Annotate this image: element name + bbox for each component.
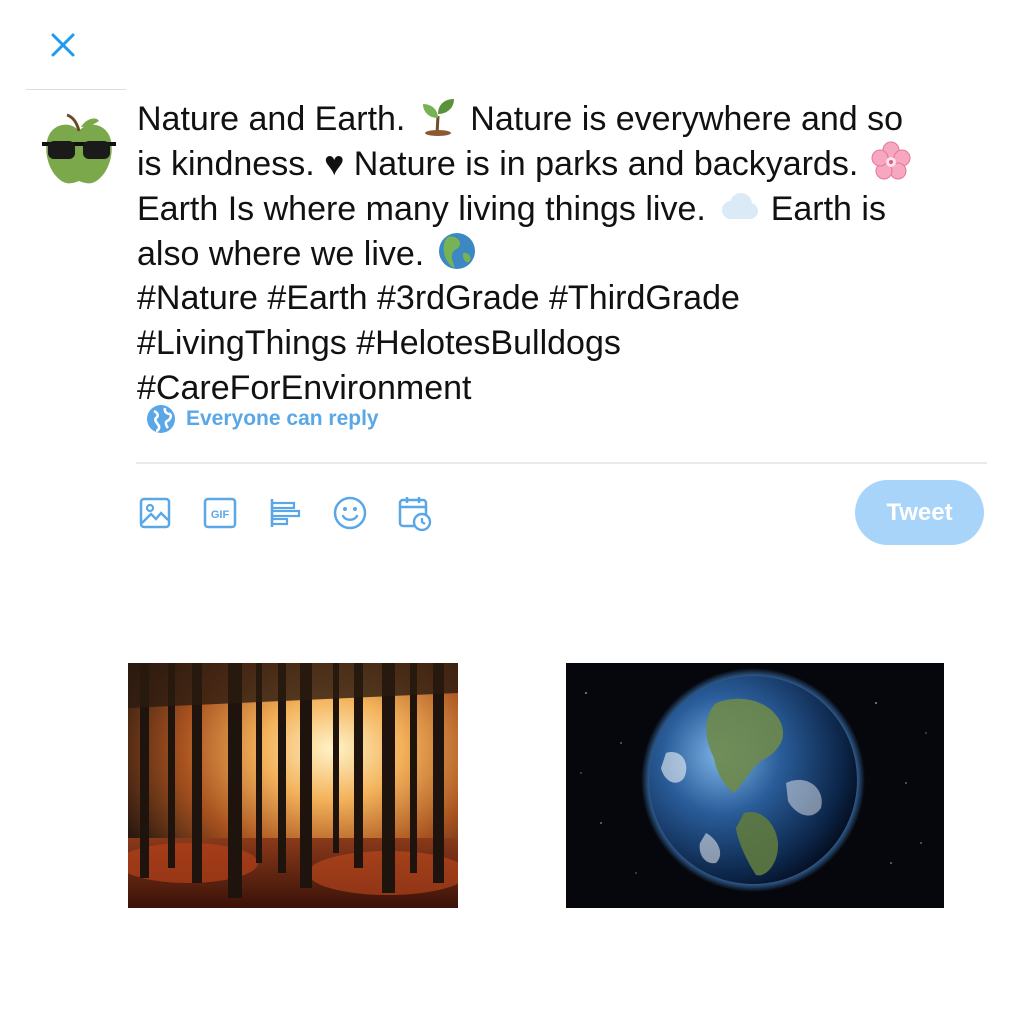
tweet-text-line: #LivingThings #HelotesBulldogs <box>137 321 997 366</box>
tweet-text-line: is kindness. ♥ Nature is in parks and ba… <box>137 141 997 186</box>
compose-toolbar: GIF <box>137 493 432 533</box>
reply-setting-button[interactable]: Everyone can reply <box>146 404 379 434</box>
tweet-text-segment: #LivingThings #HelotesBulldogs <box>137 324 621 362</box>
tweet-text-segment: Nature is everywhere and so <box>460 100 904 138</box>
compose-divider <box>136 462 987 464</box>
tweet-text-segment: Earth Is where many living things live. <box>137 190 716 228</box>
tweet-text-input[interactable]: Nature and Earth. Nature is everywhere a… <box>137 96 997 411</box>
cherry-blossom-emoji <box>870 141 912 181</box>
reply-setting-label: Everyone can reply <box>186 407 379 430</box>
close-icon <box>51 33 75 57</box>
forest-photo[interactable] <box>128 663 458 908</box>
tweet-text-line: Nature and Earth. Nature is everywhere a… <box>137 96 997 141</box>
gif-icon: GIF <box>203 497 236 529</box>
tweet-text-segment: is kindness. ♥ Nature is in parks and ba… <box>137 145 868 183</box>
seedling-emoji <box>417 96 459 136</box>
schedule-icon <box>398 497 431 531</box>
header-divider <box>26 89 126 90</box>
tweet-text-segment: also where we live. <box>137 235 434 273</box>
globe-americas-emoji <box>436 231 478 271</box>
tweet-text-segment: #CareForEnvironment <box>137 369 472 407</box>
tweet-text-segment: #Nature #Earth #3rdGrade #ThirdGrade <box>137 279 740 317</box>
tweet-text-segment: Nature and Earth. <box>137 100 415 138</box>
add-gif-button[interactable]: GIF <box>202 493 237 533</box>
gif-label: GIF <box>210 509 229 521</box>
tweet-text-line: also where we live. <box>137 231 997 276</box>
tweet-text-line: #Nature #Earth #3rdGrade #ThirdGrade <box>137 276 997 321</box>
tweet-button[interactable]: Tweet <box>855 480 984 545</box>
poll-icon <box>270 499 300 527</box>
compose-tweet-screen: Nature and Earth. Nature is everywhere a… <box>0 0 1024 1024</box>
image-icon <box>139 497 170 529</box>
cloud-emoji <box>717 186 759 226</box>
schedule-button[interactable] <box>397 493 432 533</box>
add-emoji-button[interactable] <box>332 493 367 533</box>
globe-icon <box>147 405 175 433</box>
emoji-icon <box>333 496 366 530</box>
tweet-text-segment: Earth is <box>761 190 886 228</box>
earth-photo[interactable] <box>566 663 944 908</box>
add-poll-button[interactable] <box>267 493 302 533</box>
tweet-text-line: Earth Is where many living things live. … <box>137 186 997 231</box>
add-image-button[interactable] <box>137 493 172 533</box>
close-button[interactable] <box>44 26 82 64</box>
avatar[interactable] <box>37 107 121 191</box>
